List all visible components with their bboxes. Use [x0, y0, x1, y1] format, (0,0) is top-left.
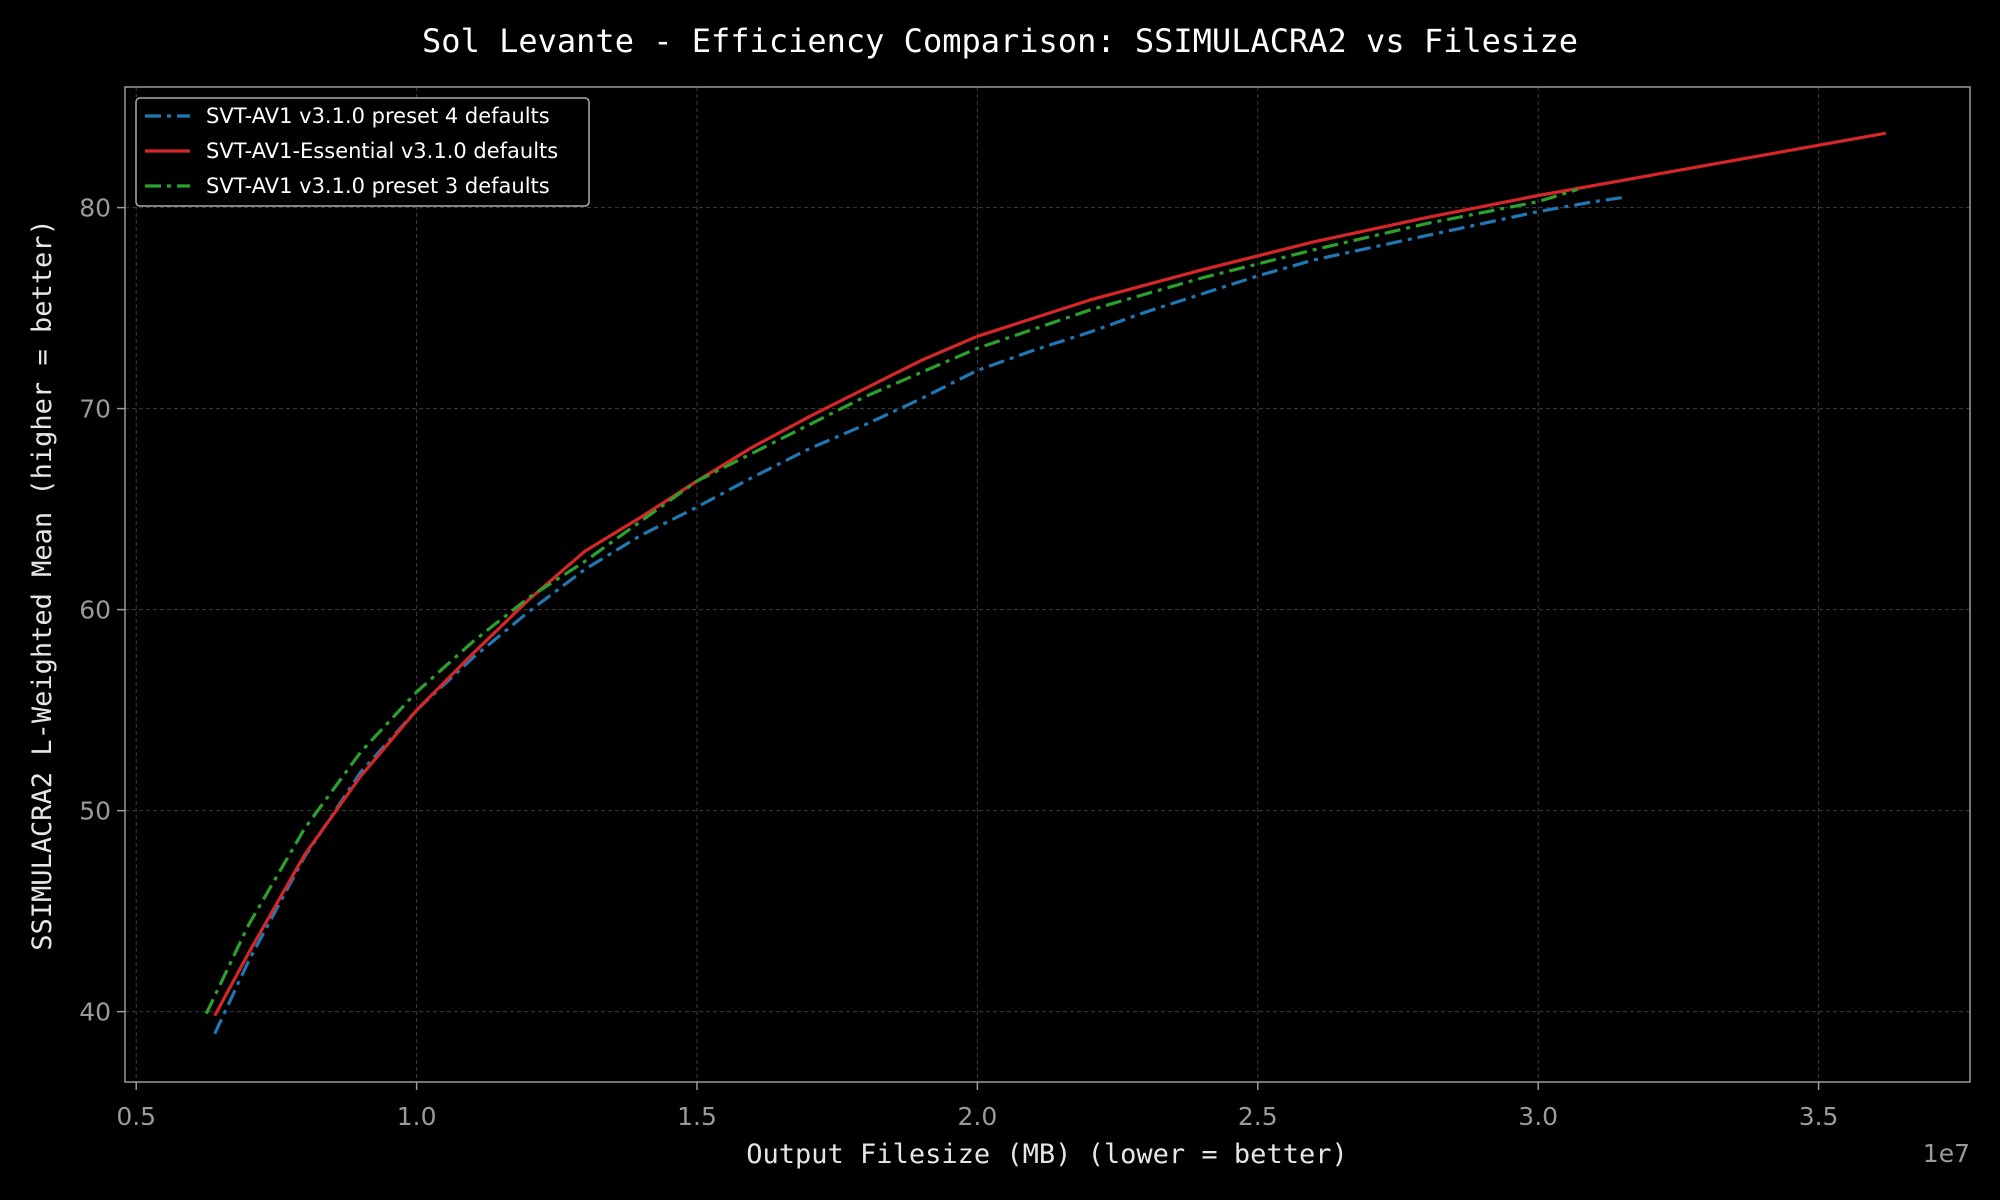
- y-tick-label: 40: [79, 998, 111, 1027]
- y-tick-label: 70: [79, 395, 111, 424]
- x-tick-label: 2.0: [958, 1102, 998, 1131]
- x-tick-label: 1.5: [677, 1102, 717, 1131]
- legend-label-1: SVT-AV1-Essential v3.1.0 defaults: [206, 139, 558, 163]
- x-tick-label: 3.0: [1518, 1102, 1558, 1131]
- legend-label-2: SVT-AV1 v3.1.0 preset 3 defaults: [206, 174, 550, 198]
- x-tick-label: 3.5: [1799, 1102, 1839, 1131]
- x-tick-label: 1.0: [397, 1102, 437, 1131]
- legend: SVT-AV1 v3.1.0 preset 4 defaults SVT-AV1-…: [135, 97, 590, 207]
- x-axis-offset-label: 1e7: [1923, 1139, 1970, 1168]
- y-tick-label: 50: [79, 797, 111, 826]
- y-tick-label: 80: [79, 194, 111, 223]
- y-axis-label: SSIMULACRA2 L-Weighted Mean (higher = be…: [27, 219, 58, 951]
- chart: Sol Levante - Efficiency Comparison: SSI…: [0, 0, 2000, 1200]
- x-tick-label: 2.5: [1238, 1102, 1278, 1131]
- chart-title: Sol Levante - Efficiency Comparison: SSI…: [422, 22, 1578, 60]
- x-axis-label: Output Filesize (MB) (lower = better): [746, 1139, 1347, 1170]
- legend-entries: SVT-AV1 v3.1.0 preset 4 defaults SVT-AV1-…: [145, 104, 558, 198]
- x-tick-label: 0.5: [116, 1102, 156, 1131]
- legend-label-0: SVT-AV1 v3.1.0 preset 4 defaults: [206, 104, 550, 128]
- y-tick-label: 60: [79, 596, 111, 625]
